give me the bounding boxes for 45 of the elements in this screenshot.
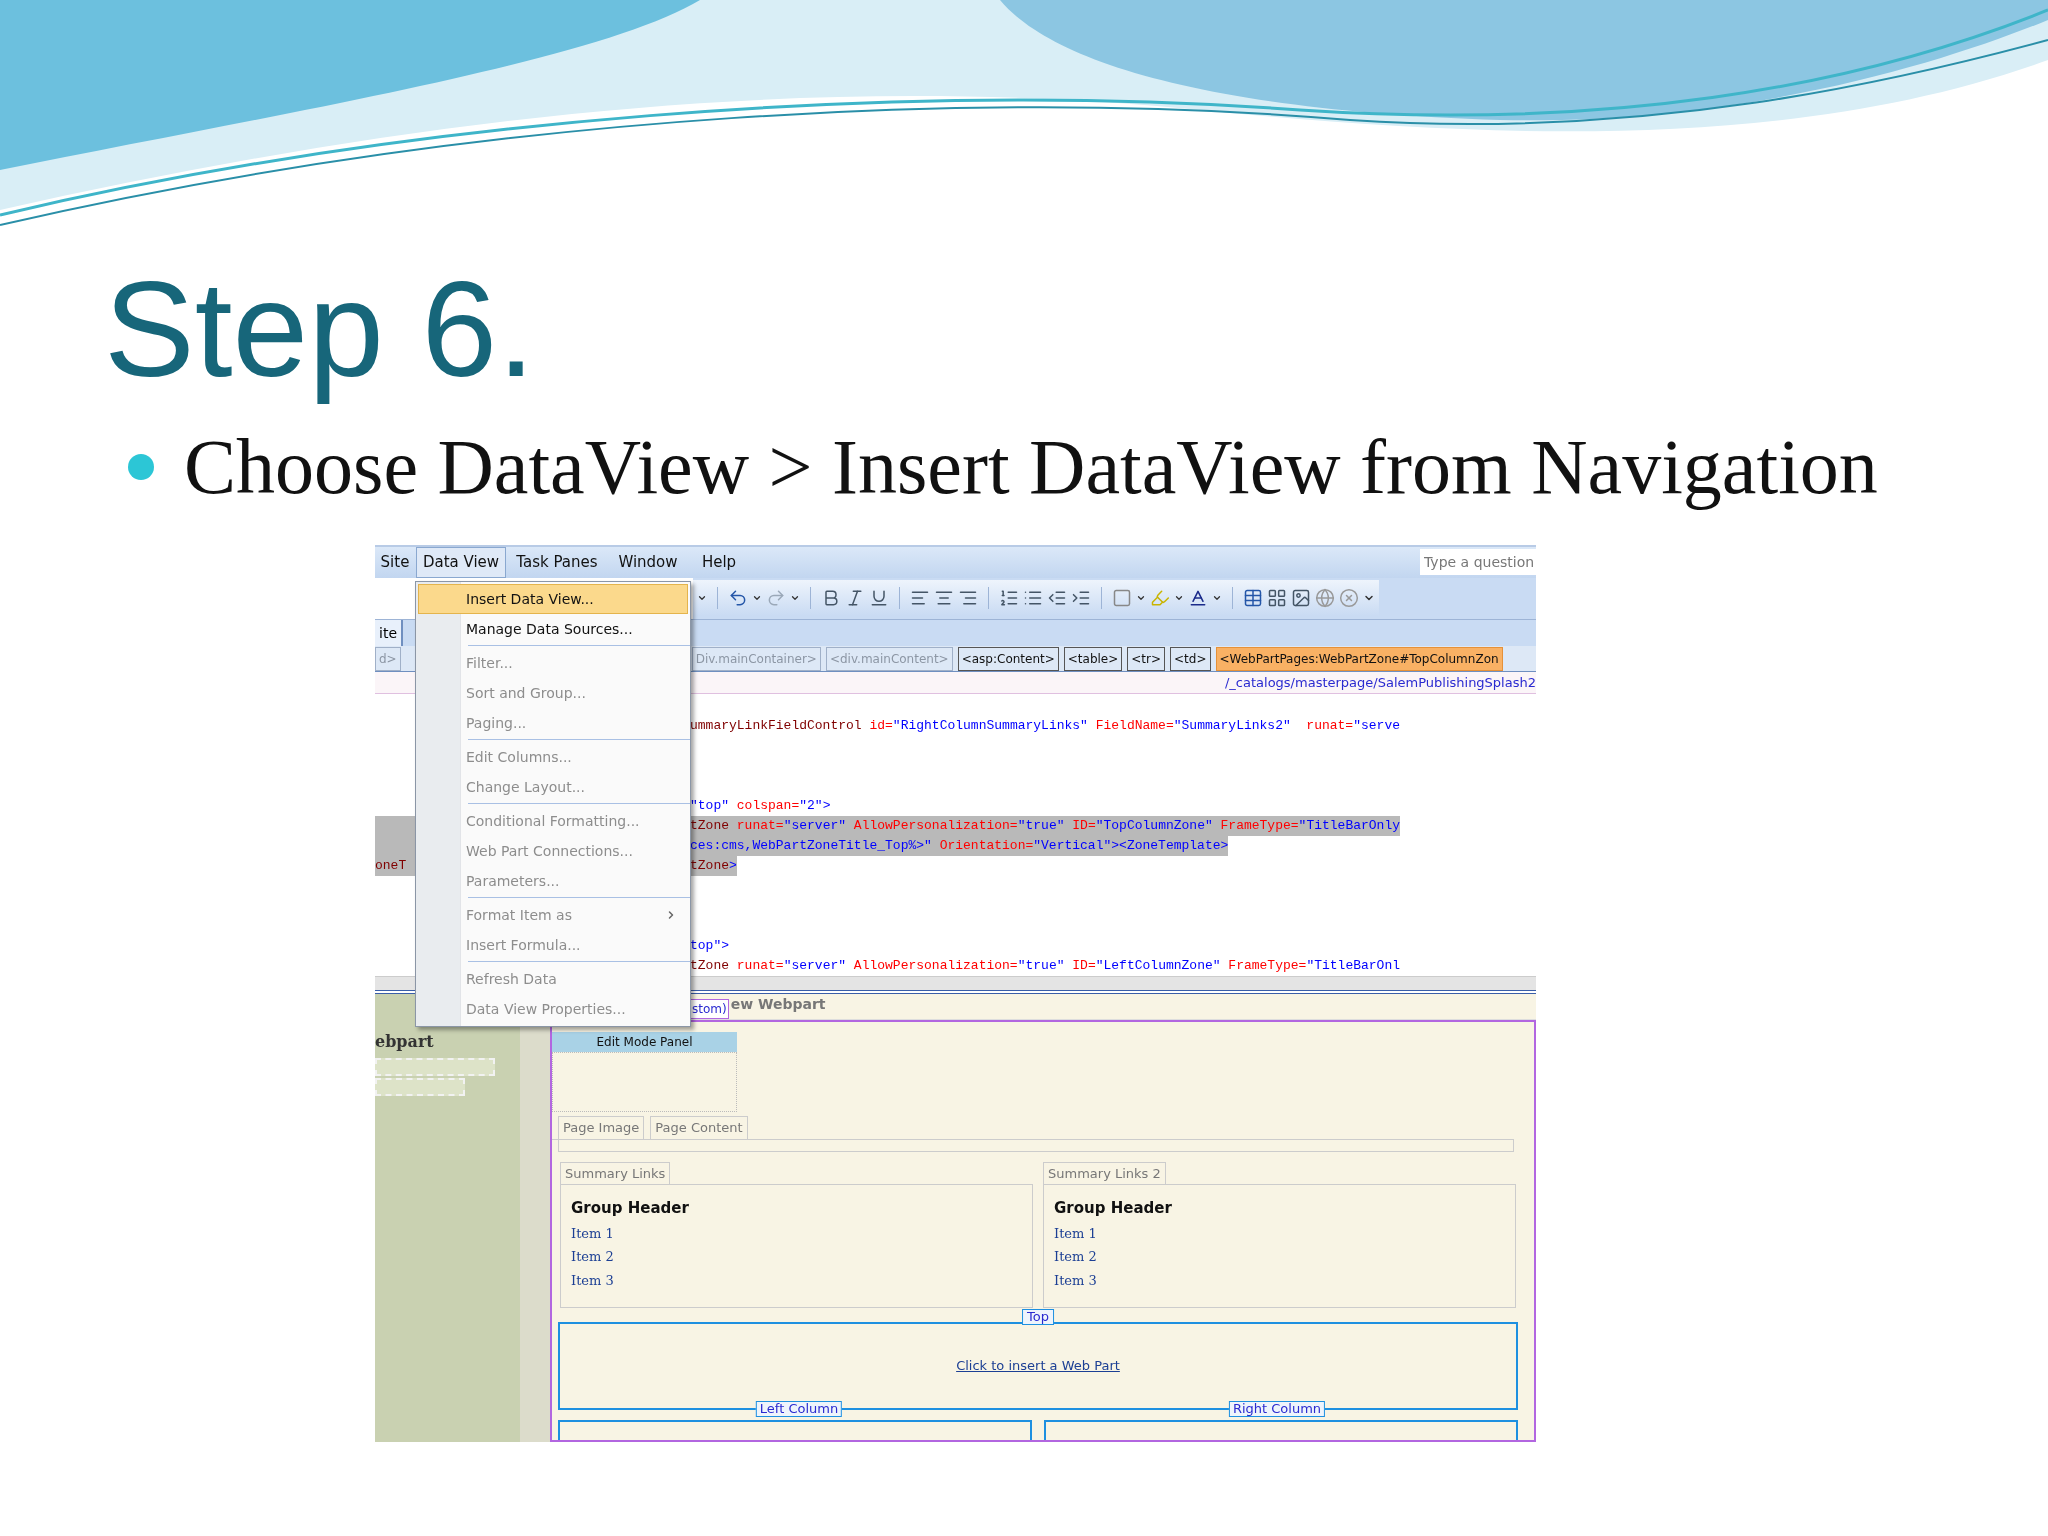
table-icon[interactable] <box>1243 588 1263 609</box>
menu-bar-item[interactable]: Data View <box>415 547 507 578</box>
code-fragment: oneT <box>375 857 407 876</box>
image-icon[interactable] <box>1291 588 1311 609</box>
breadcrumb-item[interactable]: <WebPartPages:WebPartZone#TopColumnZon <box>1215 646 1503 671</box>
panel-tab[interactable]: Summary Links 2 <box>1043 1161 1166 1184</box>
menu-bar-item[interactable]: Task Panes <box>509 547 605 578</box>
group-header: Group Header <box>571 1198 690 1219</box>
menu-bar-item[interactable]: Help <box>694 547 744 578</box>
menu-item[interactable]: Manage Data Sources... <box>418 614 688 644</box>
summary-link[interactable]: Item 3 <box>1054 1270 1505 1290</box>
summary-link[interactable]: Item 2 <box>1054 1247 1505 1267</box>
breadcrumb-item[interactable]: <table> <box>1063 646 1123 671</box>
panel-tab[interactable]: Summary Links <box>560 1161 671 1184</box>
menu-item[interactable]: Insert Data View... <box>418 584 688 614</box>
menu-bar-item[interactable]: Site <box>375 547 417 578</box>
code-line: "top" colspan="2"> <box>690 797 831 815</box>
zone-tag: Left Column <box>755 1401 843 1417</box>
summary-link[interactable]: Item 2 <box>571 1247 1022 1267</box>
breadcrumb-item[interactable]: <tr> <box>1127 646 1166 671</box>
selection-highlight <box>375 816 415 836</box>
breadcrumb-item[interactable]: <asp:Content> <box>957 646 1059 671</box>
summary-link[interactable]: Item 3 <box>571 1270 1022 1290</box>
webpart-title: ew Webpart <box>730 995 826 1014</box>
panel-tab[interactable]: Page Image <box>558 1116 645 1139</box>
summary-link[interactable]: Item 1 <box>1054 1223 1505 1243</box>
search-field[interactable]: Type a question <box>1420 549 1536 576</box>
panel-header: Edit Mode Panel <box>552 1032 737 1052</box>
code-line: ummaryLinkFieldControl id="RightColumnSummaryLinks" FieldName="SummaryLinks2" runat="serve <box>690 717 1400 735</box>
group-header: Group Header <box>1054 1198 1173 1219</box>
insert-web-part-link[interactable]: Click to insert a Web Part <box>956 1356 1120 1376</box>
zone-title: ebpart <box>375 1031 435 1053</box>
summary-link[interactable]: Item 1 <box>571 1223 1022 1243</box>
code-line: tZone runat="server" AllowPersonalization="true" ID="LeftColumnZone" FrameType="TitleBarOnl <box>690 957 1400 975</box>
menu-bar-item[interactable]: Window <box>611 547 685 578</box>
code-line: top"> <box>690 937 729 955</box>
breadcrumb-item[interactable]: <td> <box>1170 646 1211 671</box>
document-tab[interactable]: ite <box>375 620 403 647</box>
zone-tag: stom) <box>690 999 729 1019</box>
zone-tag: Right Column <box>1228 1401 1326 1417</box>
panel-tab[interactable]: Page Content <box>650 1116 748 1139</box>
slide-title: Step 6. <box>104 252 536 407</box>
layout-icon[interactable] <box>1267 588 1287 609</box>
bullet-text: Choose DataView > Insert DataView from Navigation <box>184 422 1878 512</box>
zone-tag: Top <box>1022 1309 1054 1325</box>
